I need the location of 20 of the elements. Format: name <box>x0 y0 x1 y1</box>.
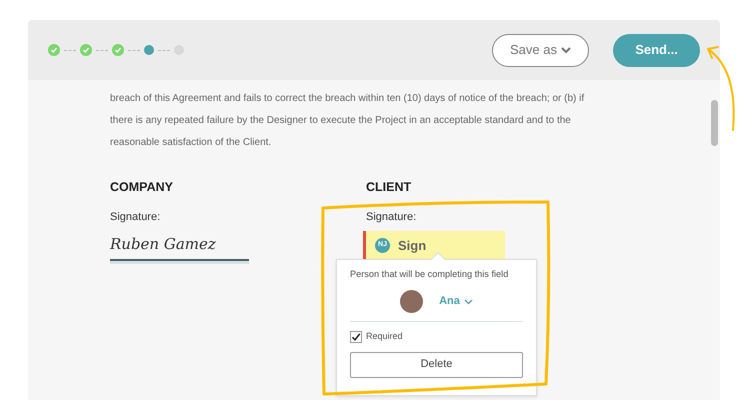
party-heading: COMPANY <box>110 179 174 196</box>
avatar-placeholder <box>400 290 424 314</box>
required-checkbox[interactable] <box>350 330 362 343</box>
scrollbar-thumb[interactable] <box>711 100 718 146</box>
agreement-text: breach of this Agreement and fails to correct the breach within ten (10) days of notice of the breach; or (b) if <box>110 92 586 106</box>
chevron-down-icon <box>464 298 473 305</box>
agreement-text: there is any repeated failure by the Designer to execute the Project in an acceptable standard and to the <box>110 114 572 128</box>
handwritten-signature: Ruben Gamez <box>110 229 249 261</box>
chevron-down-icon <box>560 46 571 54</box>
signature-label: Signature: <box>110 210 162 225</box>
save-as-button[interactable]: Save as <box>492 34 589 66</box>
sign-label: Sign <box>398 236 426 255</box>
party-heading: CLIENT <box>366 179 412 196</box>
required-label: Required <box>366 330 403 344</box>
popover-prompt: Person that will be completing this field <box>350 268 510 282</box>
signature-label: Signature: <box>366 210 418 225</box>
assignee-dropdown[interactable]: Ana <box>439 293 473 310</box>
send-button[interactable]: Send... <box>613 34 700 66</box>
delete-button[interactable]: Delete <box>350 352 523 378</box>
agreement-text: reasonable satisfaction of the Client. <box>110 136 272 150</box>
